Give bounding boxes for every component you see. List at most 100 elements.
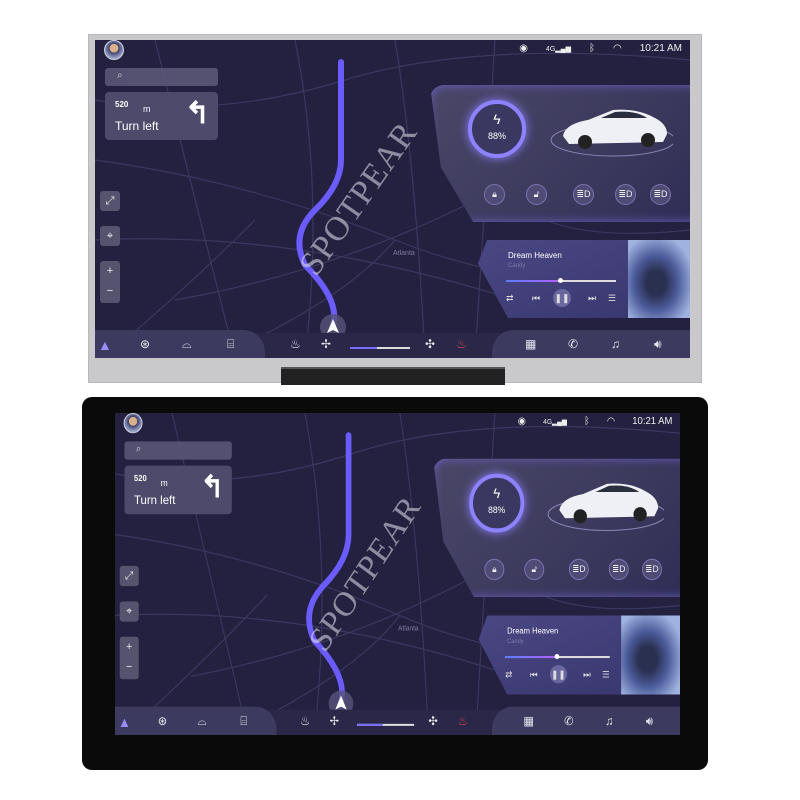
search-input[interactable]: ⌕ xyxy=(105,68,218,86)
bottom-left-panel xyxy=(95,330,265,358)
volume-icon[interactable]: 🔊︎ xyxy=(646,714,653,729)
bottom-left-panel xyxy=(115,706,277,735)
fan-speed-slider[interactable] xyxy=(357,723,415,726)
high-beam-icon: ≣D xyxy=(653,189,668,199)
fan-low-icon[interactable]: ✢ xyxy=(321,337,331,351)
eye-icon: ◉ xyxy=(519,43,528,54)
unlock-icon: 🔓︎ xyxy=(531,563,538,574)
zoom-control: + − xyxy=(119,636,139,680)
turn-instruction-card: 520 m Turn left ↰ xyxy=(105,92,218,140)
crosshair-icon: ⌖ xyxy=(106,230,114,242)
search-input[interactable]: ⌕ xyxy=(124,441,232,460)
zoom-out-button[interactable]: − xyxy=(100,281,120,301)
playback-progress[interactable] xyxy=(505,653,610,660)
unlock-button[interactable]: 🔓︎ xyxy=(524,558,545,581)
wifi-icon[interactable]: ◠ xyxy=(613,43,622,54)
fpc-connector xyxy=(281,367,505,385)
lightning-icon: ϟ xyxy=(493,484,501,502)
turn-instruction: Turn left xyxy=(115,119,159,133)
rear-defrost-icon[interactable]: ⌸ xyxy=(227,337,234,352)
seat-heat-right-icon[interactable]: ♨ xyxy=(456,337,467,351)
next-icon[interactable]: ⏭︎ xyxy=(588,293,596,304)
headlight-button[interactable]: ≣D xyxy=(568,558,589,581)
zoom-in-button[interactable]: + xyxy=(120,637,139,657)
seat-heat-right-icon[interactable]: ♨ xyxy=(458,714,468,728)
playlist-icon[interactable]: ☰ xyxy=(602,669,610,680)
top-display-screen: Atlanta SPOTPEAR ◉ 4G▂▄▆ ᛒ ◠ 10:21 AM ⌕ … xyxy=(95,40,690,358)
previous-icon[interactable]: ⏮︎ xyxy=(530,669,538,680)
phone-icon[interactable]: ✆ xyxy=(564,714,574,728)
apps-icon[interactable]: ▦ xyxy=(525,337,536,351)
album-art xyxy=(621,615,680,695)
status-bar: ◉ 4G▂▄▆ ᛒ ◠ 10:21 AM xyxy=(519,43,682,54)
battery-percent: 88% xyxy=(488,505,506,516)
bottom-display-screen: Atlanta SPOTPEAR ◉ 4G▂▄▆ ᛒ ◠ 10:21 AM ⌕ … xyxy=(115,413,680,735)
pause-icon[interactable]: ❚❚ xyxy=(549,665,567,684)
headlight-button[interactable]: ≣D xyxy=(573,184,594,205)
low-beam-button[interactable]: ≣D xyxy=(615,184,636,205)
music-note-icon[interactable]: ♫ xyxy=(605,714,614,728)
car-dashboard: Atlanta SPOTPEAR ◉ 4G▂▄▆ ᛒ ◠ 10:21 AM ⌕ … xyxy=(115,413,680,735)
steering-wheel-icon[interactable]: ⊛ xyxy=(158,714,168,728)
bluetooth-icon[interactable]: ᛒ xyxy=(584,416,590,427)
pause-icon[interactable]: ❚❚ xyxy=(553,289,571,307)
avatar[interactable] xyxy=(104,40,124,60)
navigation-icon[interactable]: ▲ xyxy=(98,337,112,353)
apps-icon[interactable]: ▦ xyxy=(523,714,534,728)
navigation-icon[interactable]: ▲ xyxy=(118,714,131,730)
low-beam-icon: ≣D xyxy=(618,189,633,199)
next-icon[interactable]: ⏭︎ xyxy=(583,669,591,680)
fan-speed-slider[interactable] xyxy=(350,347,410,349)
battery-percent: 88% xyxy=(487,131,506,141)
front-defrost-icon[interactable]: ⌓ xyxy=(198,714,207,729)
clock: 10:21 AM xyxy=(639,43,682,54)
fullscreen-button[interactable]: ⤢ xyxy=(119,565,139,587)
low-beam-icon: ≣D xyxy=(612,563,626,574)
turn-distance: 520 xyxy=(133,473,147,483)
wifi-icon[interactable]: ◠ xyxy=(607,416,615,427)
rear-defrost-icon[interactable]: ⌸ xyxy=(240,714,247,729)
repeat-icon[interactable]: ⇄ xyxy=(506,293,514,304)
car-dashboard: Atlanta SPOTPEAR ◉ 4G▂▄▆ ᛒ ◠ 10:21 AM ⌕ … xyxy=(95,40,690,358)
music-note-icon[interactable]: ♫ xyxy=(611,337,620,351)
search-icon: ⌕ xyxy=(135,443,142,455)
song-title: Dream Heaven xyxy=(507,626,559,636)
fan-low-icon[interactable]: ✢ xyxy=(330,714,340,728)
volume-icon[interactable]: 🔊︎ xyxy=(654,337,662,352)
crosshair-icon: ⌖ xyxy=(126,605,133,618)
previous-icon[interactable]: ⏮︎ xyxy=(532,293,540,304)
song-artist: Candy xyxy=(507,638,524,645)
fullscreen-button[interactable]: ⤢ xyxy=(100,191,120,211)
avatar[interactable] xyxy=(123,413,143,434)
steering-wheel-icon[interactable]: ⊛ xyxy=(140,337,150,351)
seat-heat-left-icon[interactable]: ♨ xyxy=(290,337,301,351)
phone-icon[interactable]: ✆ xyxy=(568,337,578,351)
turn-distance: 520 xyxy=(115,100,129,109)
unlock-button[interactable]: 🔓︎ xyxy=(526,184,547,205)
zoom-in-button[interactable]: + xyxy=(100,261,120,281)
car-image xyxy=(550,109,673,157)
playlist-icon[interactable]: ☰ xyxy=(608,293,616,304)
front-defrost-icon[interactable]: ⌓ xyxy=(182,337,192,352)
unlock-icon: 🔓︎ xyxy=(533,189,540,199)
headlight-icon: ≣D xyxy=(576,189,591,199)
playback-progress[interactable] xyxy=(506,278,616,283)
status-bar: ◉ 4G▂▄▆ ᛒ ◠ 10:21 AM xyxy=(518,416,673,427)
lock-button[interactable]: 🔒︎ xyxy=(484,184,505,205)
zoom-out-button[interactable]: − xyxy=(120,657,139,677)
low-beam-button[interactable]: ≣D xyxy=(608,558,629,581)
high-beam-button[interactable]: ≣D xyxy=(642,558,662,581)
lock-icon: 🔒︎ xyxy=(492,563,497,574)
locate-button[interactable]: ⌖ xyxy=(119,601,139,622)
lock-button[interactable]: 🔒︎ xyxy=(484,558,505,581)
high-beam-button[interactable]: ≣D xyxy=(650,184,671,205)
fan-high-icon[interactable]: ✣ xyxy=(428,714,438,728)
bluetooth-icon[interactable]: ᛒ xyxy=(589,43,595,54)
zoom-control: + − xyxy=(100,261,120,303)
turn-left-arrow-icon: ↰ xyxy=(184,97,210,130)
repeat-icon[interactable]: ⇄ xyxy=(505,669,512,680)
fan-high-icon[interactable]: ✣ xyxy=(425,337,435,351)
battery-gauge: ϟ 88% xyxy=(468,100,526,158)
seat-heat-left-icon[interactable]: ♨ xyxy=(300,714,310,728)
locate-button[interactable]: ⌖ xyxy=(100,226,120,246)
